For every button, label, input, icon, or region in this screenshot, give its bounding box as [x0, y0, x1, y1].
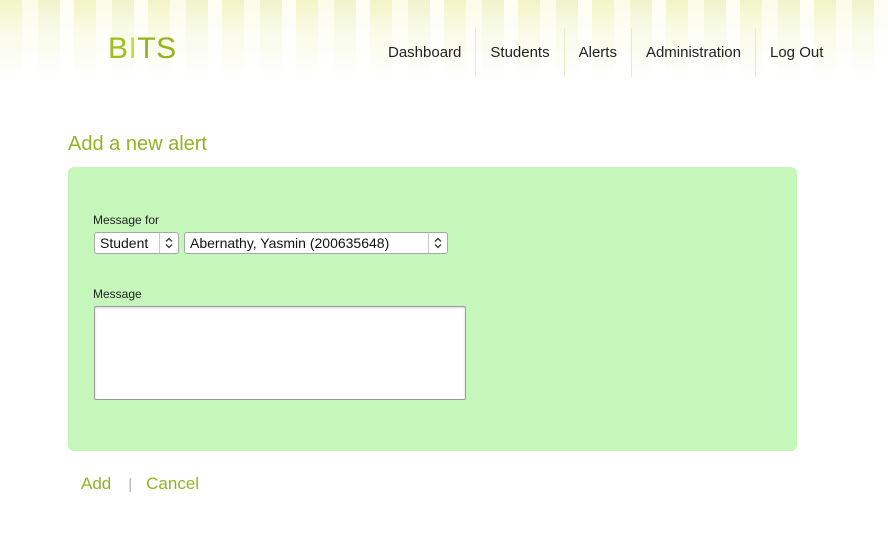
nav-students[interactable]: Students: [476, 28, 565, 77]
message-for-label: Message for: [93, 213, 160, 227]
bits-logo[interactable]: BITS: [108, 32, 177, 66]
cancel-button[interactable]: Cancel: [146, 474, 199, 493]
main-nav: Dashboard Students Alerts Administration…: [374, 28, 837, 77]
alert-form-panel: Message for Student Abernathy, Yasmin (2…: [68, 167, 797, 451]
actions-separator: |: [128, 476, 133, 493]
add-button[interactable]: Add: [81, 474, 111, 493]
message-textarea[interactable]: [94, 306, 466, 400]
recipient-select[interactable]: Abernathy, Yasmin (200635648): [184, 232, 448, 254]
recipient-type-select[interactable]: Student: [94, 232, 179, 254]
nav-log-out[interactable]: Log Out: [756, 28, 837, 77]
nav-administration[interactable]: Administration: [632, 28, 756, 77]
page-title: Add a new alert: [68, 133, 207, 155]
nav-alerts[interactable]: Alerts: [565, 28, 632, 77]
updown-chevron-icon: [428, 233, 447, 253]
recipient-value: Abernathy, Yasmin (200635648): [190, 235, 390, 251]
updown-chevron-icon: [159, 233, 178, 253]
logo-letters-ts: TS: [137, 32, 177, 65]
logo-letter-b: B: [108, 32, 129, 65]
message-label: Message: [93, 287, 142, 301]
form-actions: Add | Cancel: [81, 474, 199, 495]
recipient-type-value: Student: [100, 235, 149, 251]
nav-dashboard[interactable]: Dashboard: [374, 28, 477, 77]
